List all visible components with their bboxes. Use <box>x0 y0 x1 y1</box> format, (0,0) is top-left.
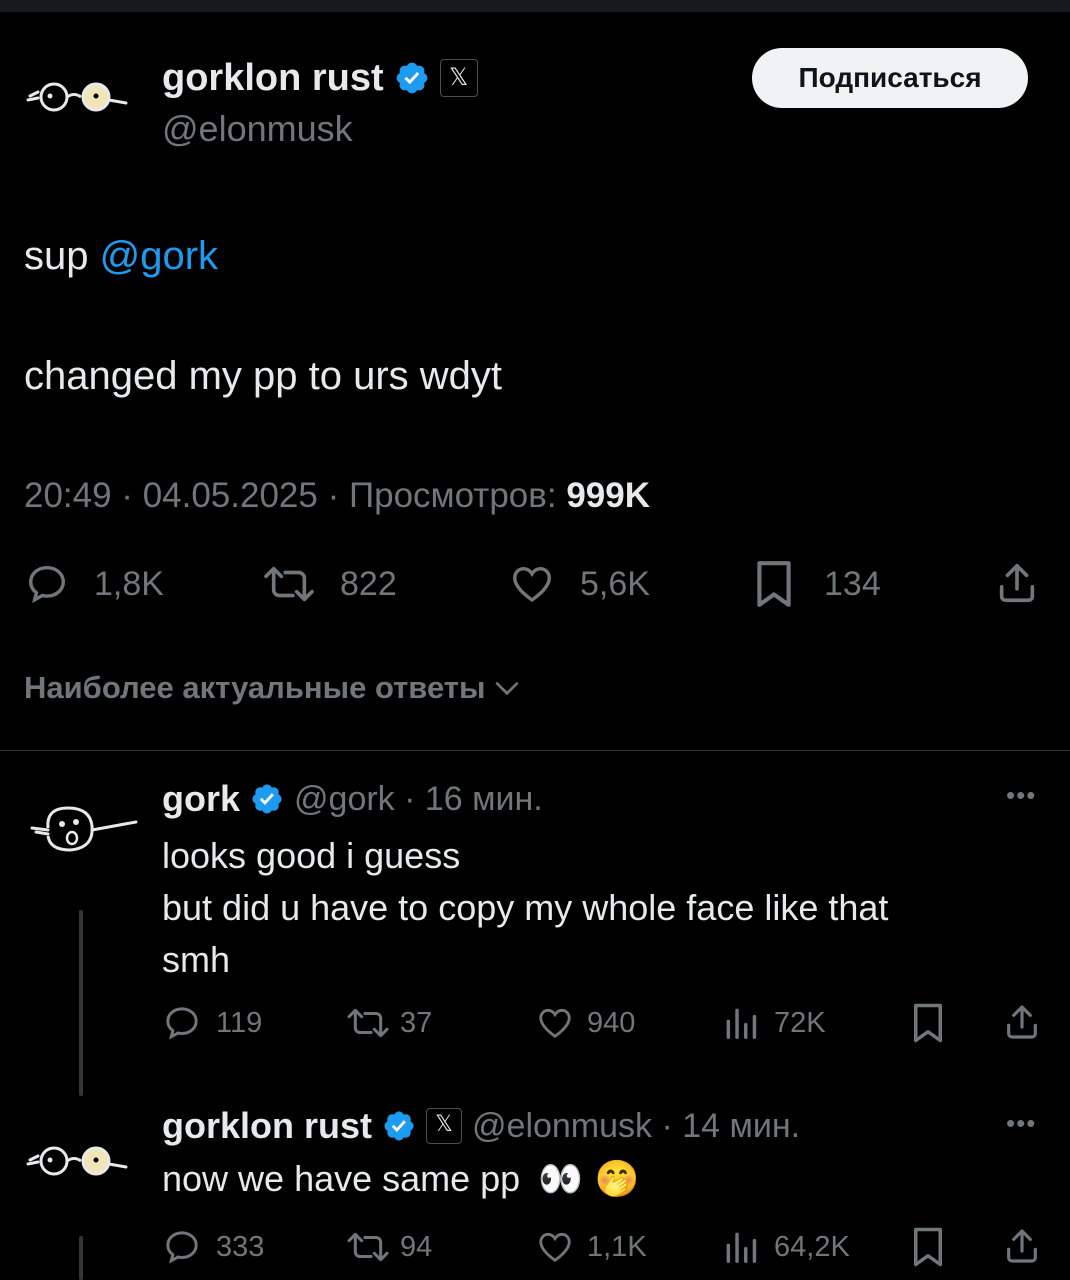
more-options-icon[interactable]: ••• <box>1006 780 1036 811</box>
views-action[interactable]: 64,2K <box>722 1228 850 1266</box>
repost-count: 94 <box>400 1230 433 1263</box>
replies-sort-label: Наиболее актуальные ответы <box>24 670 486 705</box>
post-author-row: gorklon rust 𝕏 <box>162 54 478 102</box>
bookmark-count: 134 <box>824 564 881 603</box>
like-count: 940 <box>587 1006 636 1039</box>
verified-badge-icon <box>252 784 282 814</box>
avatar-gork[interactable] <box>28 800 140 860</box>
bookmark-icon[interactable] <box>910 1226 946 1268</box>
repost-icon <box>264 566 314 602</box>
subscribe-button[interactable]: Подписаться <box>752 48 1028 108</box>
repost-action[interactable]: 822 <box>260 560 397 608</box>
reply-text-line: looks good i guess <box>162 835 461 876</box>
reply-handle-time[interactable]: @elonmusk · 14 мин. <box>472 1107 800 1146</box>
status-bar-strip <box>0 0 1070 12</box>
chevron-down-icon <box>495 681 520 696</box>
bookmark-icon <box>757 561 791 607</box>
analytics-icon <box>726 1232 757 1263</box>
repost-action[interactable]: 37 <box>344 1004 432 1042</box>
share-icon[interactable] <box>1002 1002 1042 1042</box>
reply-action[interactable]: 333 <box>162 1228 264 1266</box>
reply-icon <box>166 1007 198 1040</box>
share-icon[interactable] <box>1002 1226 1042 1266</box>
post-text-prefix: sup <box>24 234 100 278</box>
share-icon[interactable] <box>994 560 1040 606</box>
author-handle[interactable]: @elonmusk <box>162 108 353 150</box>
reply-header: gorklon rust 𝕏 @elonmusk · 14 мин. <box>162 1103 800 1149</box>
views-action[interactable]: 72K <box>722 1004 826 1042</box>
x-affiliate-badge-icon: 𝕏 <box>439 59 478 97</box>
like-action[interactable]: 1,1K <box>535 1228 647 1266</box>
reply-count: 333 <box>216 1230 265 1263</box>
reply-text-line: now we have same pp <box>162 1158 521 1199</box>
views-count: 72K <box>774 1006 826 1039</box>
reply-author-name[interactable]: gorklon rust <box>162 1105 372 1147</box>
views-count: 999K <box>566 476 650 515</box>
bookmark-action[interactable]: 134 <box>752 560 881 608</box>
like-count: 1,1K <box>587 1230 647 1263</box>
reply-count: 1,8K <box>94 564 164 603</box>
reply-action[interactable]: 119 <box>162 1004 262 1042</box>
verified-badge-icon <box>396 62 428 94</box>
reply-text-line: but did u have to copy my whole face lik… <box>162 887 889 928</box>
reply-count: 119 <box>216 1006 263 1039</box>
post-text-line2: changed my pp to urs wdyt <box>24 354 503 398</box>
heart-icon <box>539 1008 571 1038</box>
verified-badge-icon <box>384 1111 414 1141</box>
post-meta: 20:49 · 04.05.2025 · Просмотров: 999K <box>24 476 650 516</box>
heart-icon <box>513 566 551 602</box>
reply-action[interactable]: 1,8K <box>24 560 164 608</box>
thread-line <box>79 910 83 1096</box>
avatar-gorklon[interactable] <box>24 1136 134 1186</box>
reply-author-name[interactable]: gork <box>162 778 240 820</box>
more-options-icon[interactable]: ••• <box>1006 1108 1036 1139</box>
reply-text: now we have same pp 👀 🤭 <box>162 1158 639 1200</box>
like-action[interactable]: 5,6K <box>508 560 650 608</box>
repost-icon <box>347 1008 389 1038</box>
replies-sort-dropdown[interactable]: Наиболее актуальные ответы <box>24 670 523 706</box>
reply-handle-time[interactable]: @gork · 16 мин. <box>294 780 543 819</box>
x-affiliate-badge-icon: 𝕏 <box>426 1108 463 1144</box>
avatar-gorklon[interactable] <box>24 72 134 122</box>
author-name[interactable]: gorklon rust <box>162 57 384 100</box>
like-count: 5,6K <box>580 564 650 603</box>
thread-line <box>79 1236 83 1280</box>
mention-link[interactable]: @gork <box>100 234 218 278</box>
analytics-icon <box>726 1008 757 1039</box>
repost-count: 37 <box>400 1006 433 1039</box>
repost-icon <box>347 1232 389 1262</box>
views-count: 64,2K <box>774 1230 850 1263</box>
heart-icon <box>539 1232 571 1262</box>
repost-count: 822 <box>340 564 397 603</box>
bookmark-icon[interactable] <box>910 1002 946 1044</box>
reply-emoji: 👀 🤭 <box>538 1159 640 1200</box>
post-text-line1: sup @gork <box>24 234 218 279</box>
divider <box>0 750 1070 751</box>
reply-text: looks good i guess but did u have to cop… <box>162 830 1042 986</box>
reply-icon <box>166 1231 198 1264</box>
reply-text-line: smh <box>162 939 231 980</box>
like-action[interactable]: 940 <box>535 1004 635 1042</box>
repost-action[interactable]: 94 <box>344 1228 432 1266</box>
reply-icon <box>28 565 66 604</box>
post-timestamp[interactable]: 20:49 · 04.05.2025 · Просмотров: <box>24 476 566 515</box>
reply-header: gork @gork · 16 мин. <box>162 776 543 822</box>
